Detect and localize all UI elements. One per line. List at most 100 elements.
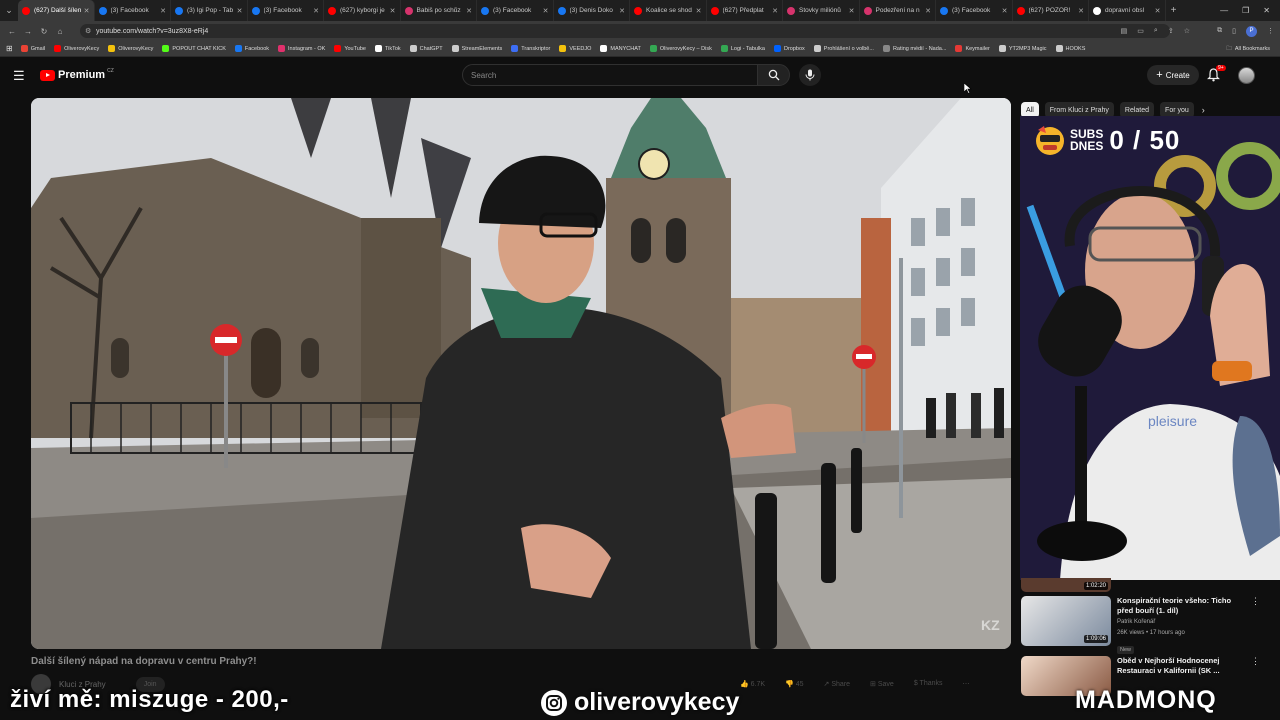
create-button[interactable]: + Create xyxy=(1147,65,1199,85)
close-tab-icon[interactable]: ✕ xyxy=(390,7,396,15)
bookmark-item[interactable]: POPOUT CHAT KICK xyxy=(162,45,226,52)
voice-search-button[interactable] xyxy=(799,64,821,86)
bookmark-item[interactable]: Keymailer xyxy=(955,45,990,52)
share-icon[interactable]: ⇪ xyxy=(1168,27,1174,35)
bookmark-item[interactable]: Instagram - OK xyxy=(278,45,325,52)
back-icon[interactable]: ← xyxy=(4,27,20,36)
browser-tab[interactable]: (627) Předplat ✕ xyxy=(707,0,783,21)
close-tab-icon[interactable]: ✕ xyxy=(543,7,549,15)
close-tab-icon[interactable]: ✕ xyxy=(160,7,166,15)
bookmark-star-icon[interactable]: ☆ xyxy=(1184,27,1190,35)
more-vert-icon[interactable]: ⋮ xyxy=(1251,656,1260,696)
dislike-button[interactable]: 👎 45 xyxy=(785,680,803,688)
close-tab-icon[interactable]: ✕ xyxy=(849,7,855,15)
minimize-icon[interactable]: — xyxy=(1220,6,1228,15)
close-tab-icon[interactable]: ✕ xyxy=(619,7,625,15)
save-button[interactable]: ⊞ Save xyxy=(870,680,894,688)
bookmark-item[interactable]: TikTok xyxy=(374,45,401,52)
social-handle: oliverovykecy xyxy=(540,688,739,717)
list-item-recommendation-2[interactable]: 1:09:06 Konspirační teorie všeho: Ticho … xyxy=(1021,596,1276,656)
reload-icon[interactable]: ↻ xyxy=(36,27,52,36)
bookmark-item[interactable]: ChatGPT xyxy=(409,45,443,52)
chevron-right-icon[interactable]: › xyxy=(1202,105,1205,115)
search-input[interactable]: Search xyxy=(462,64,758,86)
all-bookmarks[interactable]: 🗀 All Bookmarks xyxy=(1226,41,1270,57)
bookmark-item[interactable]: Transkriptor xyxy=(511,45,550,52)
thanks-button[interactable]: $ Thanks xyxy=(914,680,943,688)
video-player[interactable]: KZ xyxy=(31,98,1011,649)
menu-icon[interactable]: ☰ xyxy=(13,69,25,82)
bookmark-item[interactable]: MANYCHAT xyxy=(600,45,641,52)
browser-tab[interactable]: Stovky miliónů ✕ xyxy=(783,0,860,21)
close-tab-icon[interactable]: ✕ xyxy=(237,7,243,15)
site-info-icon[interactable]: ⚙ xyxy=(85,27,91,35)
close-tab-icon[interactable]: ✕ xyxy=(1078,7,1084,15)
more-actions-icon[interactable]: ⋯ xyxy=(963,680,970,688)
close-tab-icon[interactable]: ✕ xyxy=(1155,7,1161,15)
apps-icon[interactable]: ⊞ xyxy=(6,44,13,53)
forward-icon[interactable]: → xyxy=(20,27,36,36)
youtube-logo[interactable]: Premium CZ xyxy=(40,68,114,81)
browser-tab[interactable]: (627) Další šílený ✕ xyxy=(18,0,95,21)
tab-favicon-icon xyxy=(22,6,30,15)
account-avatar[interactable] xyxy=(1238,67,1255,84)
side-panel-icon[interactable]: ▯ xyxy=(1232,27,1236,35)
rec-thumbnail[interactable]: 1:09:06 xyxy=(1021,596,1111,646)
list-item-recommendation-1[interactable]: 1:02:20 xyxy=(1021,578,1276,592)
browser-tab[interactable]: (3) Facebook ✕ xyxy=(936,0,1013,21)
bookmark-item[interactable]: OliverovyKecy xyxy=(108,45,153,52)
browser-tab[interactable]: dopravní obsl ✕ xyxy=(1089,0,1166,21)
close-tab-icon[interactable]: ✕ xyxy=(696,7,702,15)
browser-menu-icon[interactable]: ⋮ xyxy=(1267,27,1274,35)
browser-tab[interactable]: (3) Facebook ✕ xyxy=(95,0,171,21)
restore-icon[interactable]: ❐ xyxy=(1242,6,1249,15)
bookmark-item[interactable]: Prohlášení o volbě... xyxy=(813,45,874,52)
rec-thumbnail[interactable]: 1:02:20 xyxy=(1021,578,1111,592)
more-vert-icon[interactable]: ⋮ xyxy=(1251,596,1260,656)
browser-tab[interactable]: (627) kyborgi je ✕ xyxy=(324,0,401,21)
address-bar[interactable]: ⚙ youtube.com/watch?v=3uz8X8-eRj4 xyxy=(80,24,1170,38)
browser-tab[interactable]: Koalice se shod ✕ xyxy=(630,0,707,21)
home-icon[interactable]: ⌂ xyxy=(52,27,68,36)
share-button[interactable]: ↗ Share xyxy=(824,680,851,688)
bookmark-item[interactable]: Dropbox xyxy=(773,45,805,52)
cast-icon[interactable]: ▭ xyxy=(1137,27,1144,35)
close-tab-icon[interactable]: ✕ xyxy=(466,7,472,15)
bookmark-item[interactable]: Facebook xyxy=(234,45,269,52)
zoom-icon[interactable]: ⌕ xyxy=(1154,27,1158,35)
bookmark-item[interactable]: Gmail xyxy=(20,45,45,52)
browser-tab[interactable]: Podezření na n ✕ xyxy=(860,0,936,21)
profile-avatar[interactable]: P xyxy=(1246,25,1257,37)
close-tab-icon[interactable]: ✕ xyxy=(1002,7,1008,15)
browser-tab[interactable]: (3) Igi Pop - Tab ✕ xyxy=(171,0,248,21)
browser-tab[interactable]: (3) Denis Doko ✕ xyxy=(554,0,630,21)
close-tab-icon[interactable]: ✕ xyxy=(925,7,931,15)
tab-search-icon[interactable]: ⌄ xyxy=(0,0,18,21)
rec-title[interactable]: Oběd v Nejhorší Hodnocenej Restauraci v … xyxy=(1117,656,1247,676)
new-tab-icon[interactable]: + xyxy=(1166,5,1182,16)
bookmark-item[interactable]: YT2MP3 Magic xyxy=(998,45,1047,52)
browser-tab[interactable]: (627) POZOR! ✕ xyxy=(1013,0,1089,21)
bookmark-favicon-icon xyxy=(278,45,286,52)
close-tab-icon[interactable]: ✕ xyxy=(772,7,778,15)
bookmark-item[interactable]: Logi - Tabulka xyxy=(720,45,765,52)
browser-tab[interactable]: (3) Facebook ✕ xyxy=(248,0,324,21)
close-tab-icon[interactable]: ✕ xyxy=(313,7,319,15)
extensions-icon[interactable]: ⧉ xyxy=(1217,27,1222,35)
rec-channel[interactable]: Patrik Kořenář xyxy=(1117,618,1247,627)
bookmark-item[interactable]: StreamElements xyxy=(451,45,502,52)
bookmark-item[interactable]: VEEDJO xyxy=(559,45,591,52)
bookmark-item[interactable]: YouTube xyxy=(334,45,366,52)
bookmark-item[interactable]: OliverovyKecy xyxy=(54,45,99,52)
search-button[interactable] xyxy=(757,64,790,86)
like-button[interactable]: 👍 6.7K xyxy=(740,680,765,688)
bookmark-item[interactable]: OliverovyKecy – Disk xyxy=(649,45,712,52)
browser-tab[interactable]: Babiš po schůz ✕ xyxy=(401,0,477,21)
translate-icon[interactable]: ▤ xyxy=(1121,27,1128,35)
rec-title[interactable]: Konspirační teorie všeho: Ticho před bou… xyxy=(1117,596,1247,616)
bookmark-item[interactable]: HOOKS xyxy=(1055,45,1085,52)
browser-tab[interactable]: (3) Facebook ✕ xyxy=(477,0,554,21)
close-window-icon[interactable]: ✕ xyxy=(1263,6,1270,15)
close-tab-icon[interactable]: ✕ xyxy=(84,7,90,15)
bookmark-item[interactable]: Rating médií - Nada... xyxy=(882,45,946,52)
